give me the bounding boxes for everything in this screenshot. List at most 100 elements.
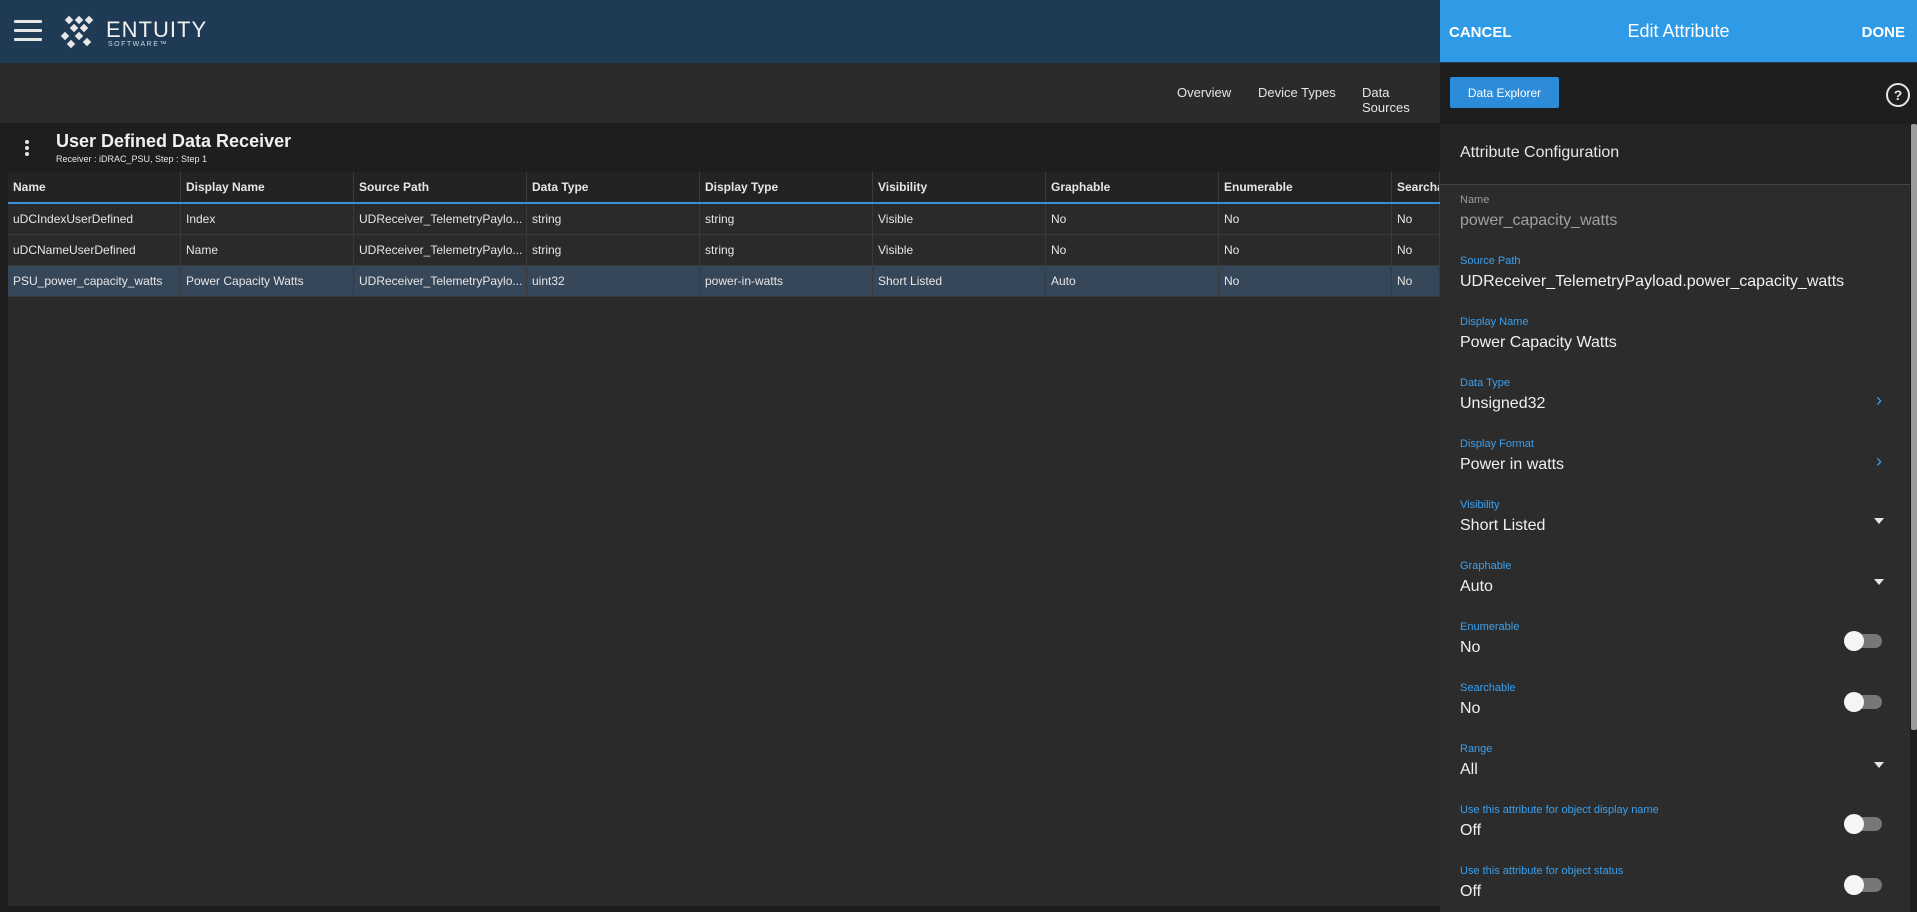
field-label: Source Path [1460, 255, 1521, 267]
cell-display-name: Power Capacity Watts [181, 266, 354, 296]
caret-down-icon[interactable] [1874, 518, 1884, 524]
object-status-toggle[interactable] [1844, 875, 1882, 895]
field-label: Display Format [1460, 438, 1534, 450]
column-header-data-type[interactable]: Data Type [527, 172, 700, 202]
field-value: power_capacity_watts [1460, 212, 1618, 229]
cell-data-type: uint32 [527, 266, 700, 296]
cell-graphable: No [1046, 204, 1219, 234]
display-name-toggle[interactable] [1844, 814, 1882, 834]
field-value[interactable]: Power Capacity Watts [1460, 334, 1617, 352]
hamburger-icon[interactable] [14, 20, 42, 42]
cell-visibility: Visible [873, 235, 1046, 265]
source-path-field[interactable]: Source Path UDReceiver_TelemetryPayload.… [1440, 246, 1910, 308]
cell-visibility: Short Listed [873, 266, 1046, 296]
panel-title: Edit Attribute [1627, 21, 1730, 41]
field-value: Power in watts [1460, 456, 1565, 473]
table-row[interactable]: uDCIndexUserDefined Index UDReceiver_Tel… [8, 204, 1440, 235]
data-explorer-button[interactable]: Data Explorer [1450, 77, 1559, 108]
field-value: No [1460, 700, 1481, 717]
object-status-field: Use this attribute for object status Off [1440, 856, 1910, 912]
column-header-visibility[interactable]: Visibility [873, 172, 1046, 202]
data-type-field[interactable]: Data Type Unsigned32 › [1440, 368, 1910, 430]
cell-enumerable: No [1219, 235, 1392, 265]
field-value: Unsigned32 [1460, 395, 1546, 412]
column-header-name[interactable]: Name [8, 172, 181, 202]
field-label: Use this attribute for object status [1460, 865, 1624, 877]
cell-searchable: No [1392, 266, 1440, 296]
brand-sub: SOFTWARE™ [108, 40, 168, 48]
caret-down-icon[interactable] [1874, 579, 1884, 585]
cell-display-type: string [700, 204, 873, 234]
attribute-configuration-heading: Attribute Configuration [1440, 124, 1910, 185]
field-value: Auto [1460, 578, 1493, 595]
field-value[interactable]: UDReceiver_TelemetryPayload.power_capaci… [1460, 273, 1844, 291]
searchable-field: Searchable No [1440, 673, 1910, 735]
nav-bar: Overview Device Types Data Sources [0, 63, 1440, 123]
field-label: Name [1460, 194, 1490, 206]
cell-source-path: UDReceiver_TelemetryPaylo... [354, 204, 527, 234]
name-field: Name power_capacity_watts [1440, 185, 1910, 247]
cell-searchable: No [1392, 204, 1440, 234]
done-button[interactable]: DONE [1862, 24, 1905, 41]
display-name-field[interactable]: Display Name Power Capacity Watts [1440, 307, 1910, 369]
field-value: Off [1460, 822, 1482, 839]
table-row-selected[interactable]: PSU_power_capacity_watts Power Capacity … [8, 266, 1440, 297]
cell-visibility: Visible [873, 204, 1046, 234]
field-label: Visibility [1460, 499, 1500, 511]
nav-overview[interactable]: Overview [1177, 85, 1231, 100]
field-value: Off [1460, 883, 1482, 900]
table-row[interactable]: uDCNameUserDefined Name UDReceiver_Telem… [8, 235, 1440, 266]
cell-enumerable: No [1219, 204, 1392, 234]
field-value: All [1460, 761, 1478, 778]
attributes-table: Name Display Name Source Path Data Type … [8, 172, 1440, 906]
cancel-button[interactable]: CANCEL [1449, 24, 1512, 41]
section-title: Attribute Configuration [1460, 144, 1620, 161]
panel-scrollbar[interactable] [1911, 124, 1917, 730]
column-header-display-type[interactable]: Display Type [700, 172, 873, 202]
field-label: Graphable [1460, 560, 1512, 572]
cell-source-path: UDReceiver_TelemetryPaylo... [354, 266, 527, 296]
cell-display-type: string [700, 235, 873, 265]
column-header-enumerable[interactable]: Enumerable [1219, 172, 1392, 202]
visibility-select[interactable]: Visibility Short Listed [1440, 490, 1910, 552]
field-label: Enumerable [1460, 621, 1520, 633]
table-header: Name Display Name Source Path Data Type … [8, 172, 1440, 204]
graphable-select[interactable]: Graphable Auto [1440, 551, 1910, 613]
cell-graphable: No [1046, 235, 1219, 265]
enumerable-toggle[interactable] [1844, 631, 1882, 651]
range-select[interactable]: Range All [1440, 734, 1910, 796]
kebab-icon[interactable] [24, 140, 30, 158]
nav-device-types[interactable]: Device Types [1258, 85, 1336, 100]
cell-data-type: string [527, 204, 700, 234]
column-header-display-name[interactable]: Display Name [181, 172, 354, 202]
cell-searchable: No [1392, 235, 1440, 265]
field-label: Searchable [1460, 682, 1516, 694]
cell-name: uDCNameUserDefined [8, 235, 181, 265]
field-label: Range [1460, 743, 1493, 755]
display-format-field[interactable]: Display Format Power in watts › [1440, 429, 1910, 491]
help-icon[interactable]: ? [1886, 83, 1910, 107]
entuity-logo-icon [60, 15, 94, 49]
edit-attribute-header: CANCEL Edit Attribute DONE [1440, 0, 1917, 62]
caret-down-icon[interactable] [1874, 762, 1884, 768]
page-subtitle: Receiver : iDRAC_PSU, Step : Step 1 [56, 154, 208, 164]
chevron-right-icon[interactable]: › [1876, 390, 1882, 411]
nav-data-sources[interactable]: Data Sources [1362, 85, 1440, 115]
page-title: User Defined Data Receiver [56, 131, 292, 151]
cell-data-type: string [527, 235, 700, 265]
entuity-logo: ENTUITY SOFTWARE™ [60, 14, 207, 52]
searchable-toggle[interactable] [1844, 692, 1882, 712]
display-name-attribute-field: Use this attribute for object display na… [1440, 795, 1910, 857]
cell-enumerable: No [1219, 266, 1392, 296]
cell-name: PSU_power_capacity_watts [8, 266, 181, 296]
field-label: Data Type [1460, 377, 1510, 389]
enumerable-field: Enumerable No [1440, 612, 1910, 674]
column-header-source-path[interactable]: Source Path [354, 172, 527, 202]
field-value: No [1460, 639, 1481, 656]
cell-display-type: power-in-watts [700, 266, 873, 296]
chevron-right-icon[interactable]: › [1876, 451, 1882, 472]
brand-name: ENTUITY [106, 16, 208, 42]
column-header-graphable[interactable]: Graphable [1046, 172, 1219, 202]
column-header-searchable[interactable]: Searcha [1392, 172, 1440, 202]
cell-display-name: Index [181, 204, 354, 234]
